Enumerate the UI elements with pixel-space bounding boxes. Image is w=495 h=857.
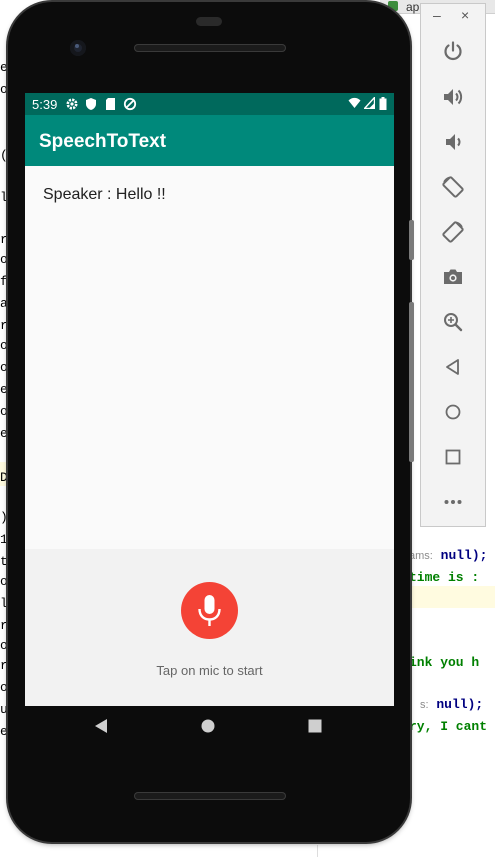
status-bar: 5:39 <box>25 93 394 115</box>
app-title: SpeechToText <box>39 131 167 152</box>
volume-down-button[interactable] <box>438 127 468 157</box>
sd-card-icon <box>106 98 115 110</box>
rotate-left-button[interactable] <box>438 172 468 202</box>
mic-button[interactable] <box>181 582 238 639</box>
zoom-button[interactable] <box>438 307 468 337</box>
speech-result-text: Speaker : Hello !! <box>43 186 166 203</box>
nav-overview-icon[interactable] <box>308 719 322 733</box>
code-string: ry, I cant <box>409 719 488 734</box>
back-button[interactable] <box>438 352 468 382</box>
rotate-right-button[interactable] <box>438 217 468 247</box>
mic-panel: Tap on mic to start <box>25 549 394 706</box>
shield-icon <box>86 98 96 110</box>
param-hint: ams: <box>409 550 433 562</box>
device-screen: 5:39 SpeechToText Speaker: Hello !! Tap… <box>25 93 394 706</box>
nav-home-icon[interactable] <box>201 719 215 733</box>
status-time: 5:39 <box>32 97 58 112</box>
home-button[interactable] <box>438 397 468 427</box>
emulator-phone-frame: 5:39 SpeechToText Speaker: Hello !! Tap… <box>8 2 414 842</box>
earpiece <box>196 17 222 26</box>
home-icon <box>445 404 461 420</box>
volume-side-button[interactable] <box>409 302 414 462</box>
divider <box>317 845 318 857</box>
code-string: ink you h <box>409 655 480 670</box>
zoom-icon <box>444 313 463 332</box>
code-highlight-right <box>405 586 495 608</box>
param-hint: s: <box>420 699 429 711</box>
app-bar: SpeechToText <box>25 115 394 166</box>
volume-up-icon <box>444 89 463 105</box>
screenshot-button[interactable] <box>438 262 468 292</box>
battery-icon <box>379 97 387 110</box>
power-button[interactable] <box>438 36 468 66</box>
more-button[interactable] <box>438 487 468 517</box>
power-side-button[interactable] <box>409 220 414 260</box>
data-saver-icon <box>123 97 137 111</box>
code-string: time is : <box>409 570 480 585</box>
volume-down-icon <box>446 134 461 150</box>
more-icon <box>444 500 462 504</box>
code-null: null); <box>436 697 484 712</box>
emulator-toolbar: – × <box>420 3 486 527</box>
ide-tab-label: ap <box>406 0 420 14</box>
top-speaker-grill <box>134 44 286 52</box>
bottom-speaker-grill <box>134 792 286 800</box>
wifi-icon <box>348 97 361 108</box>
code-null: null); <box>440 548 488 563</box>
volume-up-button[interactable] <box>438 82 468 112</box>
rotate-right-icon <box>442 221 464 243</box>
settings-icon <box>66 98 78 110</box>
overview-icon <box>445 449 461 465</box>
close-button[interactable]: × <box>461 7 469 23</box>
camera-icon <box>444 269 462 284</box>
overview-button[interactable] <box>438 442 468 472</box>
mic-hint-label: Tap on mic to start <box>156 663 263 678</box>
front-camera <box>70 40 86 56</box>
microphone-icon <box>198 595 221 626</box>
power-icon <box>444 41 462 61</box>
nav-back-icon[interactable] <box>94 718 108 734</box>
cell-signal-icon <box>364 97 375 109</box>
back-icon <box>446 359 459 375</box>
minimize-button[interactable]: – <box>433 7 441 23</box>
rotate-left-icon <box>442 176 464 198</box>
